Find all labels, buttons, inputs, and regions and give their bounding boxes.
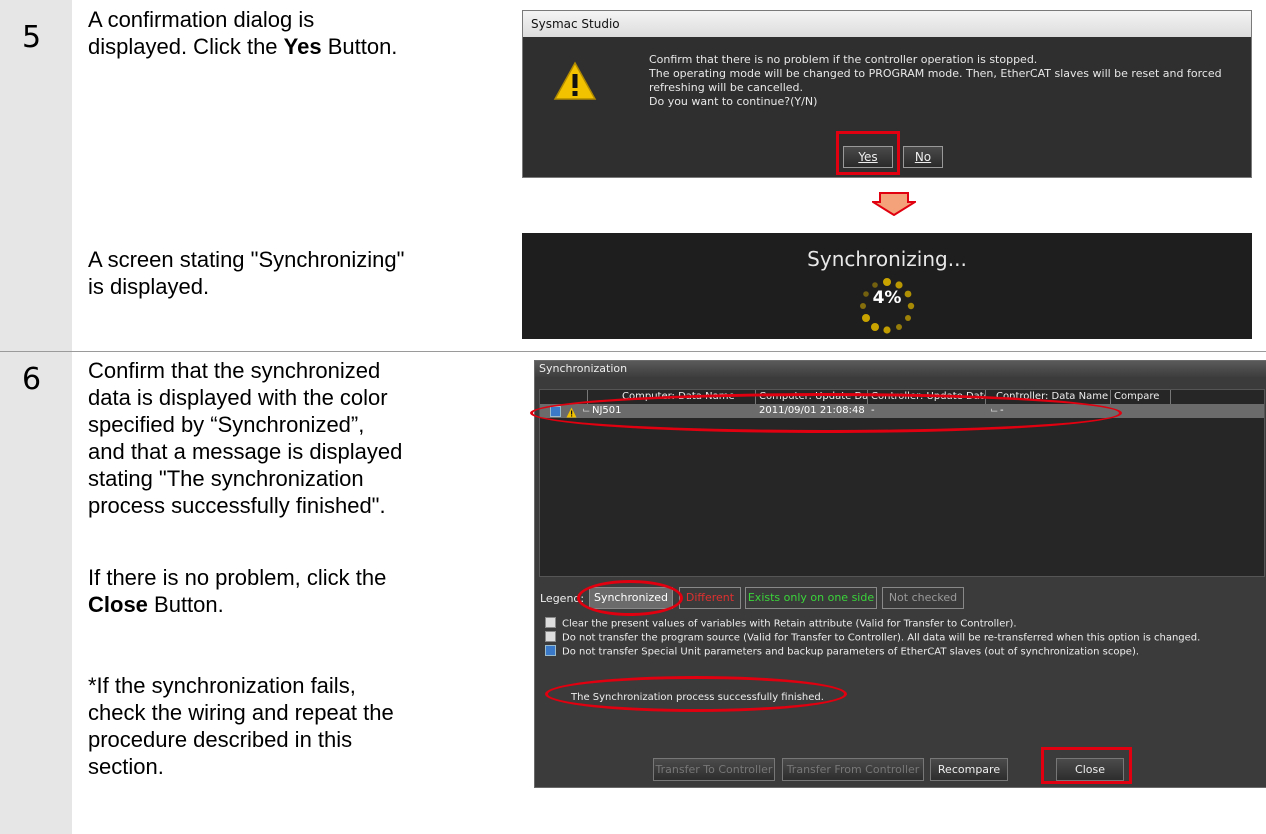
step-5-bold: Yes: [283, 34, 322, 59]
confirm-message-line: Confirm that there is no problem if the …: [649, 53, 1038, 66]
warning-icon: [553, 61, 597, 101]
synchronizing-percent: 4%: [872, 288, 902, 308]
step-6-number: 6: [22, 362, 42, 397]
down-arrow-icon: [869, 192, 919, 217]
step-5-number: 5: [22, 20, 42, 55]
step-6-text: If there is no problem, click the: [88, 565, 387, 590]
step-6-column: [0, 352, 72, 834]
option-checkbox[interactable]: [545, 645, 556, 656]
step-5-text-end: Button.: [321, 34, 398, 59]
option-no-special-unit-params[interactable]: Do not transfer Special Unit parameters …: [545, 645, 1140, 659]
no-label: No: [914, 150, 932, 164]
option-checkbox[interactable]: [545, 617, 556, 628]
step-6-bold: Close: [88, 592, 148, 617]
step-6-text-end: Button.: [147, 592, 224, 617]
option-no-program-source[interactable]: Do not transfer the program source (Vali…: [545, 631, 1201, 645]
legend-not-checked: Not checked: [882, 587, 964, 609]
step-6-close-note: If there is no problem, click the Close …: [88, 564, 386, 618]
legend-exists-one-side: Exists only on one side: [745, 587, 877, 609]
synchronizing-text: Synchronizing...: [807, 247, 967, 271]
legend-highlight-ellipse: [577, 580, 683, 616]
row-divider: [0, 351, 1266, 352]
row-highlight-ellipse: [530, 393, 1122, 433]
option-label: Do not transfer the program source (Vali…: [562, 632, 1201, 644]
synchronization-dialog-title: Synchronization: [535, 361, 1266, 377]
confirm-message-line: The operating mode will be changed to PR…: [649, 67, 1222, 94]
close-button-highlight: [1041, 747, 1132, 784]
transfer-from-controller-button[interactable]: Transfer From Controller: [782, 758, 924, 781]
yes-button-highlight: [836, 131, 900, 175]
step-5-instruction: A confirmation dialog is displayed. Clic…: [88, 6, 397, 60]
synchronizing-screen: Synchronizing... 4%: [522, 233, 1252, 339]
column-compare[interactable]: Compare: [1111, 390, 1171, 404]
option-clear-retain[interactable]: Clear the present values of variables wi…: [545, 617, 1017, 631]
step-6-failure-note: *If the synchronization fails, check the…: [88, 673, 394, 779]
no-button[interactable]: No: [903, 146, 943, 168]
step-6-instruction: Confirm that the synchronized data is di…: [88, 358, 403, 518]
option-checkbox[interactable]: [545, 631, 556, 642]
option-label: Do not transfer Special Unit parameters …: [562, 646, 1140, 658]
confirm-dialog-title: Sysmac Studio: [523, 11, 1251, 37]
status-highlight-ellipse: [545, 676, 847, 712]
legend-different: Different: [679, 587, 741, 609]
confirm-dialog-message: Confirm that there is no problem if the …: [649, 53, 1239, 109]
confirm-message-line: Do you want to continue?(Y/N): [649, 95, 818, 108]
step-5-text: A confirmation dialog is displayed. Clic…: [88, 7, 315, 59]
option-label: Clear the present values of variables wi…: [562, 618, 1017, 630]
recompare-button[interactable]: Recompare: [930, 758, 1008, 781]
transfer-to-controller-button[interactable]: Transfer To Controller: [653, 758, 775, 781]
step-5-sync-note: A screen stating "Synchronizing" is disp…: [88, 247, 405, 299]
